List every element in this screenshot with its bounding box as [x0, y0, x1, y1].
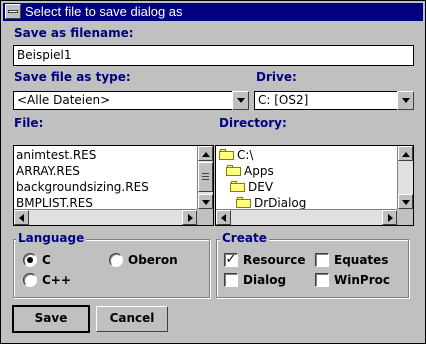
file-list[interactable]: animtest.RES ARRAY.RES backgroundsizing.… — [13, 145, 214, 226]
folder-icon — [230, 181, 246, 192]
scroll-up-button[interactable] — [398, 146, 413, 161]
checkbox[interactable] — [315, 273, 329, 287]
language-group — [13, 239, 210, 298]
create-group-title: Create — [220, 231, 269, 245]
scroll-right-button[interactable] — [182, 210, 197, 225]
arrow-down-icon — [202, 200, 210, 205]
file-list-vertical-scrollbar[interactable] — [197, 146, 213, 209]
file-list-horizontal-scrollbar[interactable] — [14, 209, 197, 225]
drive-value: C: [OS2] — [254, 91, 398, 110]
checkbox[interactable] — [224, 273, 238, 287]
scroll-right-button[interactable] — [382, 210, 397, 225]
language-option-label: Oberon — [128, 253, 178, 267]
scroll-corner — [197, 209, 213, 225]
scroll-thumb[interactable] — [198, 162, 213, 192]
create-option-label: WinProc — [334, 273, 390, 287]
arrow-right-icon — [188, 214, 193, 222]
language-group-title: Language — [16, 231, 87, 245]
folder-icon — [226, 165, 242, 176]
create-option-label: Equates — [334, 253, 389, 267]
arrow-left-icon — [19, 214, 24, 222]
directory-item-label: C:\ — [237, 148, 254, 162]
drive-select[interactable]: C: [OS2] — [254, 91, 414, 110]
arrow-up-icon — [402, 152, 410, 157]
directory-list-horizontal-scrollbar[interactable] — [216, 209, 397, 225]
title-bar[interactable]: Select file to save dialog as — [3, 3, 423, 21]
language-option-label: C++ — [42, 273, 71, 287]
directory-item[interactable]: C:\ — [216, 147, 397, 163]
arrow-up-icon — [202, 152, 210, 157]
directory-item[interactable]: Apps — [216, 163, 397, 179]
save-button[interactable]: Save — [12, 305, 90, 333]
directory-label: Directory: — [219, 116, 287, 130]
create-option-label: Dialog — [243, 273, 287, 287]
filetype-dropdown-button[interactable] — [232, 91, 249, 110]
arrow-right-icon — [388, 214, 393, 222]
file-list-item[interactable]: ARRAY.RES — [14, 163, 197, 179]
create-option-label: Resource — [243, 253, 306, 267]
radio-button[interactable] — [23, 273, 37, 287]
scroll-up-button[interactable] — [198, 146, 213, 161]
scroll-corner — [397, 209, 413, 225]
folder-icon — [219, 149, 235, 160]
directory-item-label: Apps — [244, 164, 274, 178]
chevron-down-icon — [402, 98, 410, 103]
file-list-item[interactable]: animtest.RES — [14, 147, 197, 163]
save-dialog: Select file to save dialog as Save as fi… — [0, 0, 426, 344]
drive-dropdown-button[interactable] — [397, 91, 414, 110]
scroll-left-button[interactable] — [216, 210, 231, 225]
radio-button[interactable] — [109, 253, 123, 267]
cancel-button[interactable]: Cancel — [96, 306, 168, 332]
system-menu-icon[interactable] — [5, 4, 21, 19]
scroll-down-button[interactable] — [198, 194, 213, 209]
scroll-down-button[interactable] — [398, 194, 413, 209]
directory-item-label: DrDialog — [254, 196, 307, 209]
filename-label: Save as filename: — [14, 26, 134, 40]
file-label: File: — [14, 116, 44, 130]
filetype-value: <Alle Dateien> — [13, 91, 233, 110]
directory-list-vertical-scrollbar[interactable] — [397, 146, 413, 209]
window-title: Select file to save dialog as — [25, 4, 183, 19]
directory-list[interactable]: C:\ Apps DEV DrDialog — [215, 145, 414, 226]
filetype-select[interactable]: <Alle Dateien> — [13, 91, 249, 110]
directory-item-label: DEV — [248, 180, 274, 194]
radio-button[interactable] — [23, 253, 37, 267]
filename-input[interactable]: Beispiel1 — [13, 45, 414, 66]
chevron-down-icon — [237, 98, 245, 103]
directory-item[interactable]: DrDialog — [216, 195, 397, 209]
scroll-left-button[interactable] — [14, 210, 29, 225]
arrow-down-icon — [402, 200, 410, 205]
checkbox[interactable] — [315, 253, 329, 267]
create-group — [216, 239, 409, 298]
directory-item[interactable]: DEV — [216, 179, 397, 195]
file-list-item[interactable]: BMPLIST.RES — [14, 195, 197, 209]
filetype-label: Save file as type: — [14, 70, 131, 84]
radio-selected-dot — [27, 257, 33, 263]
drive-label: Drive: — [256, 70, 297, 84]
file-list-item[interactable]: backgroundsizing.RES — [14, 179, 197, 195]
language-option-label: C — [42, 253, 51, 267]
checkbox[interactable]: ✓ — [224, 253, 238, 267]
folder-icon — [236, 197, 252, 208]
arrow-left-icon — [221, 214, 226, 222]
